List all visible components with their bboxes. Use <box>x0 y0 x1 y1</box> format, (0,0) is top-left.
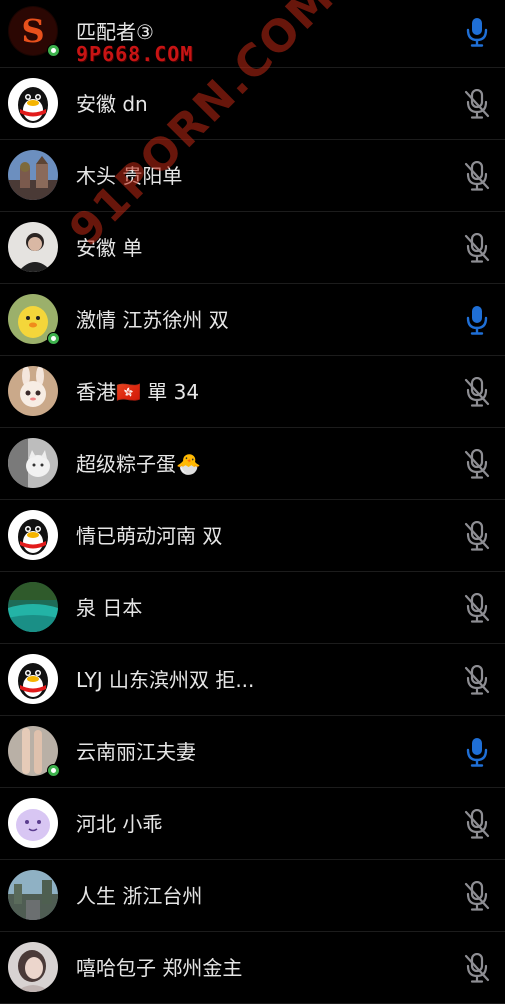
member-name: 嘻哈包子 郑州金主 <box>76 956 243 980</box>
mic-muted-icon[interactable] <box>463 520 491 551</box>
mic-muted-icon[interactable] <box>463 880 491 911</box>
mic-on-icon[interactable] <box>463 305 491 335</box>
member-name: 香港🇭🇰 單 34 <box>76 380 200 404</box>
wechat-badge-icon <box>47 764 60 777</box>
mic-on-icon[interactable] <box>463 17 491 47</box>
mic-muted-icon[interactable] <box>463 232 491 263</box>
member-name: 泉 日本 <box>76 596 143 620</box>
person-avatar[interactable] <box>8 222 58 272</box>
member-row[interactable]: 安徽 单 <box>0 212 505 284</box>
cat-avatar[interactable] <box>8 438 58 488</box>
street-avatar[interactable] <box>8 870 58 920</box>
member-row[interactable]: 人生 浙江台州 <box>0 860 505 932</box>
mic-muted-icon[interactable] <box>463 376 491 407</box>
member-row[interactable]: LYJ 山东滨州双 拒... <box>0 644 505 716</box>
member-name: 人生 浙江台州 <box>76 884 203 908</box>
mic-muted-icon[interactable] <box>463 952 491 983</box>
member-row[interactable]: 安徽 dn <box>0 68 505 140</box>
building-avatar[interactable] <box>8 150 58 200</box>
member-row[interactable]: 香港🇭🇰 單 34 <box>0 356 505 428</box>
member-name: 情已萌动河南 双 <box>76 524 223 548</box>
member-row[interactable]: 嘻哈包子 郑州金主 <box>0 932 505 1004</box>
bunny-avatar[interactable] <box>8 366 58 416</box>
member-row[interactable]: 超级粽子蛋🐣 <box>0 428 505 500</box>
member-name: LYJ 山东滨州双 拒... <box>76 668 255 692</box>
mic-muted-icon[interactable] <box>463 448 491 479</box>
ghost-avatar[interactable] <box>8 798 58 848</box>
lake-avatar[interactable] <box>8 582 58 632</box>
penguin-avatar[interactable] <box>8 654 58 704</box>
wechat-badge-icon <box>47 44 60 57</box>
mic-on-icon[interactable] <box>463 737 491 767</box>
penguin-avatar[interactable] <box>8 510 58 560</box>
mic-muted-icon[interactable] <box>463 664 491 695</box>
member-row[interactable]: 河北 小乖 <box>0 788 505 860</box>
member-name: 安徽 dn <box>76 92 148 116</box>
member-name: 超级粽子蛋🐣 <box>76 452 201 476</box>
watermark-domain: 9P668.COM <box>76 42 194 66</box>
member-name: 木头 贵阳单 <box>76 164 183 188</box>
member-row[interactable]: 云南丽江夫妻 <box>0 716 505 788</box>
member-name: 河北 小乖 <box>76 812 163 836</box>
mic-muted-icon[interactable] <box>463 808 491 839</box>
mic-muted-icon[interactable] <box>463 160 491 191</box>
svg-text:S: S <box>21 12 44 50</box>
member-list: S 匹配者③ 安徽 dn 木头 贵阳单 安徽 单 激情 江苏徐州 双 香港🇭🇰 單… <box>0 0 505 1004</box>
member-name: 激情 江苏徐州 双 <box>76 308 229 332</box>
member-name: 安徽 单 <box>76 236 143 260</box>
mic-muted-icon[interactable] <box>463 592 491 623</box>
wechat-badge-icon <box>47 332 60 345</box>
girl-avatar[interactable] <box>8 942 58 992</box>
mic-muted-icon[interactable] <box>463 88 491 119</box>
member-row[interactable]: 情已萌动河南 双 <box>0 500 505 572</box>
member-row[interactable]: 木头 贵阳单 <box>0 140 505 212</box>
member-row[interactable]: 激情 江苏徐州 双 <box>0 284 505 356</box>
member-name: 云南丽江夫妻 <box>76 740 196 764</box>
penguin-avatar[interactable] <box>8 78 58 128</box>
member-row[interactable]: 泉 日本 <box>0 572 505 644</box>
